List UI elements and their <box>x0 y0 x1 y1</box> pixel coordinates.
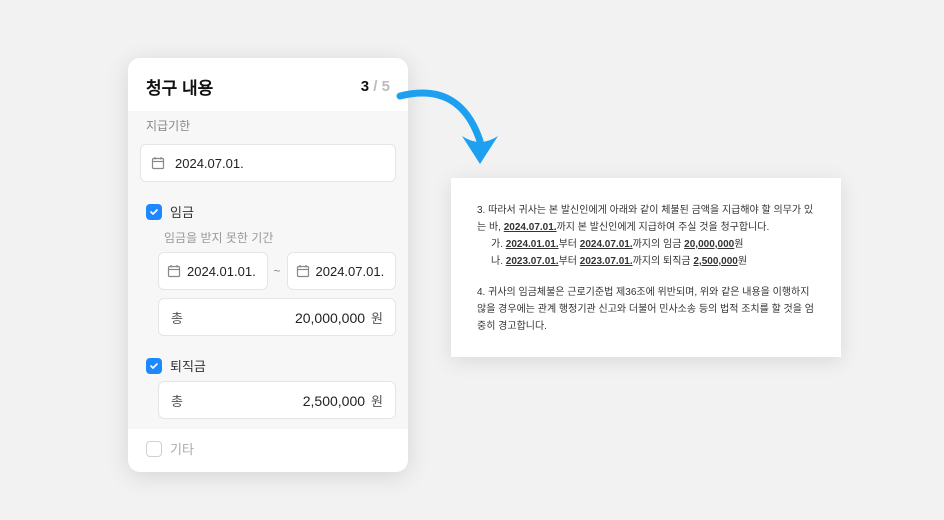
range-tilde: ~ <box>274 264 281 278</box>
other-checkbox[interactable] <box>146 441 162 457</box>
severance-amount-input[interactable]: 총 2,500,000 원 <box>158 381 396 419</box>
doc-item-3a: 가. 2024.01.01.부터 2024.07.01.까지의 임금 20,00… <box>477 236 815 253</box>
step-current: 3 <box>361 78 369 95</box>
deadline-value: 2024.07.01. <box>175 156 244 171</box>
doc-item-3: 3. 따라서 귀사는 본 발신인에게 아래와 같이 체불된 금액을 지급해야 할… <box>477 202 815 270</box>
doc3a-prefix: 가. <box>491 239 506 250</box>
wage-from-value: 2024.01.01. <box>187 264 256 279</box>
doc3b-d2: 2023.07.01. <box>580 256 633 267</box>
wage-label: 임금 <box>170 202 194 221</box>
wage-checkbox[interactable] <box>146 204 162 220</box>
step-total: 5 <box>382 78 390 95</box>
wage-amount-row: 총 20,000,000 원 <box>128 298 408 346</box>
severance-amount-row: 총 2,500,000 원 <box>128 381 408 429</box>
doc3b-d1: 2023.07.01. <box>506 256 559 267</box>
wage-to-value: 2024.07.01. <box>316 264 385 279</box>
step-indicator: 3 / 5 <box>361 78 390 95</box>
doc3b-mid1: 부터 <box>559 256 580 267</box>
step-sep: / <box>369 78 382 95</box>
severance-unit: 원 <box>371 391 383 410</box>
severance-check-row[interactable]: 퇴직금 <box>128 346 408 381</box>
doc3-suffix: 까지 본 발신인에게 지급하여 주실 것을 청구합니다. <box>557 222 770 233</box>
calendar-icon <box>151 156 165 170</box>
deadline-input[interactable]: 2024.07.01. <box>140 144 396 182</box>
severance-total-label: 총 <box>171 391 183 410</box>
severance-total-value: 2,500,000 <box>303 393 365 409</box>
severance-label: 퇴직금 <box>170 356 206 375</box>
deadline-section: 2024.07.01. <box>128 138 408 192</box>
doc3a-d2: 2024.07.01. <box>580 239 633 250</box>
deadline-label: 지급기한 <box>128 111 408 138</box>
doc3b-mid2: 까지의 퇴직금 <box>633 256 694 267</box>
card-title: 청구 내용 <box>146 74 213 99</box>
arrow-icon <box>390 86 520 186</box>
other-check-row[interactable]: 기타 <box>128 429 408 458</box>
doc3b-amt: 2,500,000 <box>693 256 738 267</box>
wage-amount-input[interactable]: 총 20,000,000 원 <box>158 298 396 336</box>
severance-checkbox[interactable] <box>146 358 162 374</box>
calendar-icon <box>167 264 181 278</box>
wage-period-label: 임금을 받지 못한 기간 <box>128 227 408 252</box>
wage-check-row[interactable]: 임금 <box>128 192 408 227</box>
other-label: 기타 <box>170 439 194 458</box>
doc3a-amt: 20,000,000 <box>684 239 734 250</box>
wage-to-input[interactable]: 2024.07.01. <box>287 252 397 290</box>
doc3a-mid1: 부터 <box>559 239 580 250</box>
doc3a-d1: 2024.01.01. <box>506 239 559 250</box>
doc-item-3b: 나. 2023.07.01.부터 2023.07.01.까지의 퇴직금 2,50… <box>477 253 815 270</box>
doc3-date: 2024.07.01. <box>504 222 557 233</box>
wage-total-label: 총 <box>171 308 183 327</box>
wage-unit: 원 <box>371 308 383 327</box>
doc3a-mid2: 까지의 임금 <box>633 239 685 250</box>
wage-date-range: 2024.01.01. ~ 2024.07.01. <box>128 252 408 298</box>
doc3b-prefix: 나. <box>491 256 506 267</box>
wage-total-value: 20,000,000 <box>295 310 365 326</box>
doc3a-unit: 원 <box>734 239 743 250</box>
card-header: 청구 내용 3 / 5 <box>128 58 408 111</box>
doc-item-4: 4. 귀사의 임금체불은 근로기준법 제36조에 위반되며, 위와 같은 내용을… <box>477 284 815 335</box>
wage-from-input[interactable]: 2024.01.01. <box>158 252 268 290</box>
calendar-icon <box>296 264 310 278</box>
claim-form-card: 청구 내용 3 / 5 지급기한 2024.07.01. 임금 임금을 받지 못… <box>128 58 408 472</box>
document-preview: 3. 따라서 귀사는 본 발신인에게 아래와 같이 체불된 금액을 지급해야 할… <box>451 178 841 357</box>
doc3b-unit: 원 <box>738 256 747 267</box>
